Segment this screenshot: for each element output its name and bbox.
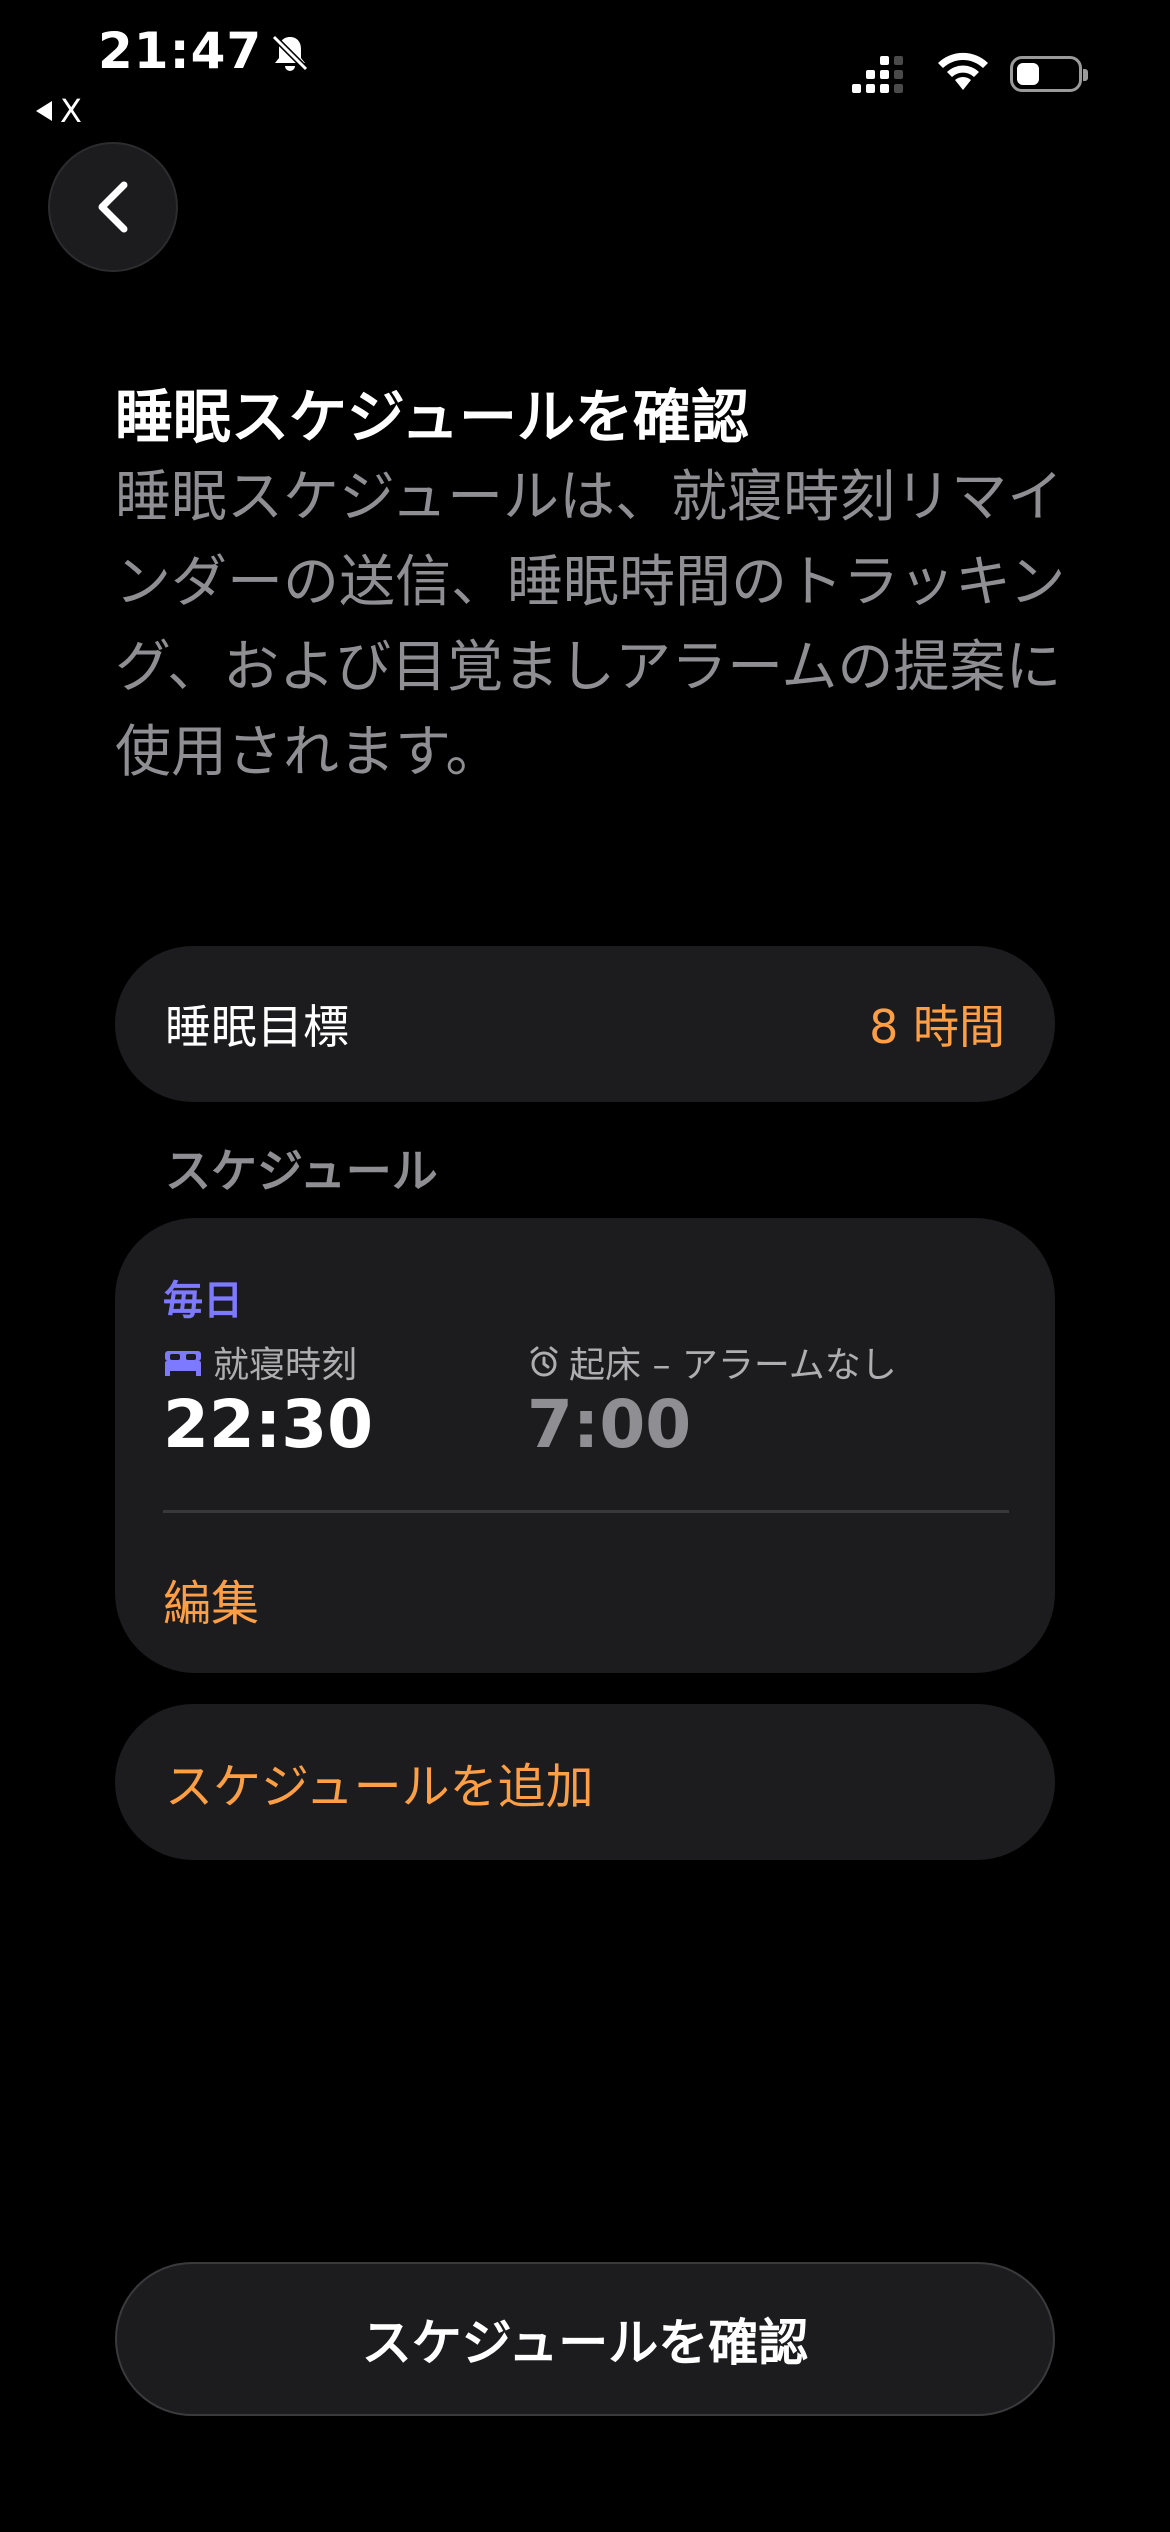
status-time-text: 21:47	[98, 22, 263, 80]
schedule-divider	[163, 1510, 1009, 1513]
schedule-section-label: スケジュール	[165, 1144, 438, 1198]
back-to-app-link[interactable]: X	[36, 92, 82, 130]
back-triangle-icon	[36, 101, 52, 121]
add-schedule-label: スケジュールを追加	[165, 1759, 594, 1815]
bedtime-label: 就寝時刻	[213, 1345, 358, 1386]
chevron-left-icon	[98, 181, 128, 233]
wake-label-row: 起床 – アラームなし	[527, 1336, 897, 1388]
battery-level	[1017, 63, 1039, 85]
page-description: 睡眠スケジュールは、就寝時刻リマインダーの送信、睡眠時間のトラッキング、および目…	[115, 465, 1066, 785]
sleep-goal-label: 睡眠目標	[165, 1000, 349, 1054]
sleep-goal-row[interactable]: 睡眠目標 8 時間	[115, 946, 1055, 1102]
schedule-card: 毎日 就寝時刻 22:30 起床 – アラームなし 7:00 編集	[115, 1218, 1055, 1673]
wake-value: 7:00	[527, 1386, 692, 1463]
page-title: 睡眠スケジュールを確認	[115, 383, 749, 451]
wifi-icon	[935, 50, 991, 94]
alarm-clock-icon	[530, 1346, 558, 1377]
bedtime-label-row: 就寝時刻	[163, 1336, 357, 1388]
battery-icon	[1010, 56, 1088, 92]
signal-icon	[852, 56, 903, 93]
edit-schedule-button[interactable]: 編集	[163, 1564, 259, 1634]
schedule-frequency: 毎日	[163, 1278, 243, 1324]
bedtime-value: 22:30	[163, 1386, 374, 1463]
sleep-goal-value: 8 時間	[869, 1000, 1005, 1054]
wake-label: 起床 – アラームなし	[569, 1345, 897, 1386]
bed-icon	[165, 1351, 201, 1376]
back-button[interactable]	[48, 142, 178, 272]
add-schedule-button[interactable]: スケジュールを追加	[115, 1704, 1055, 1860]
status-bar-time: 21:47	[98, 22, 312, 80]
confirm-schedule-button[interactable]: スケジュールを確認	[115, 2262, 1055, 2416]
back-app-label: X	[60, 92, 82, 130]
confirm-schedule-label: スケジュールを確認	[361, 2314, 809, 2372]
bell-slash-icon	[268, 29, 312, 73]
